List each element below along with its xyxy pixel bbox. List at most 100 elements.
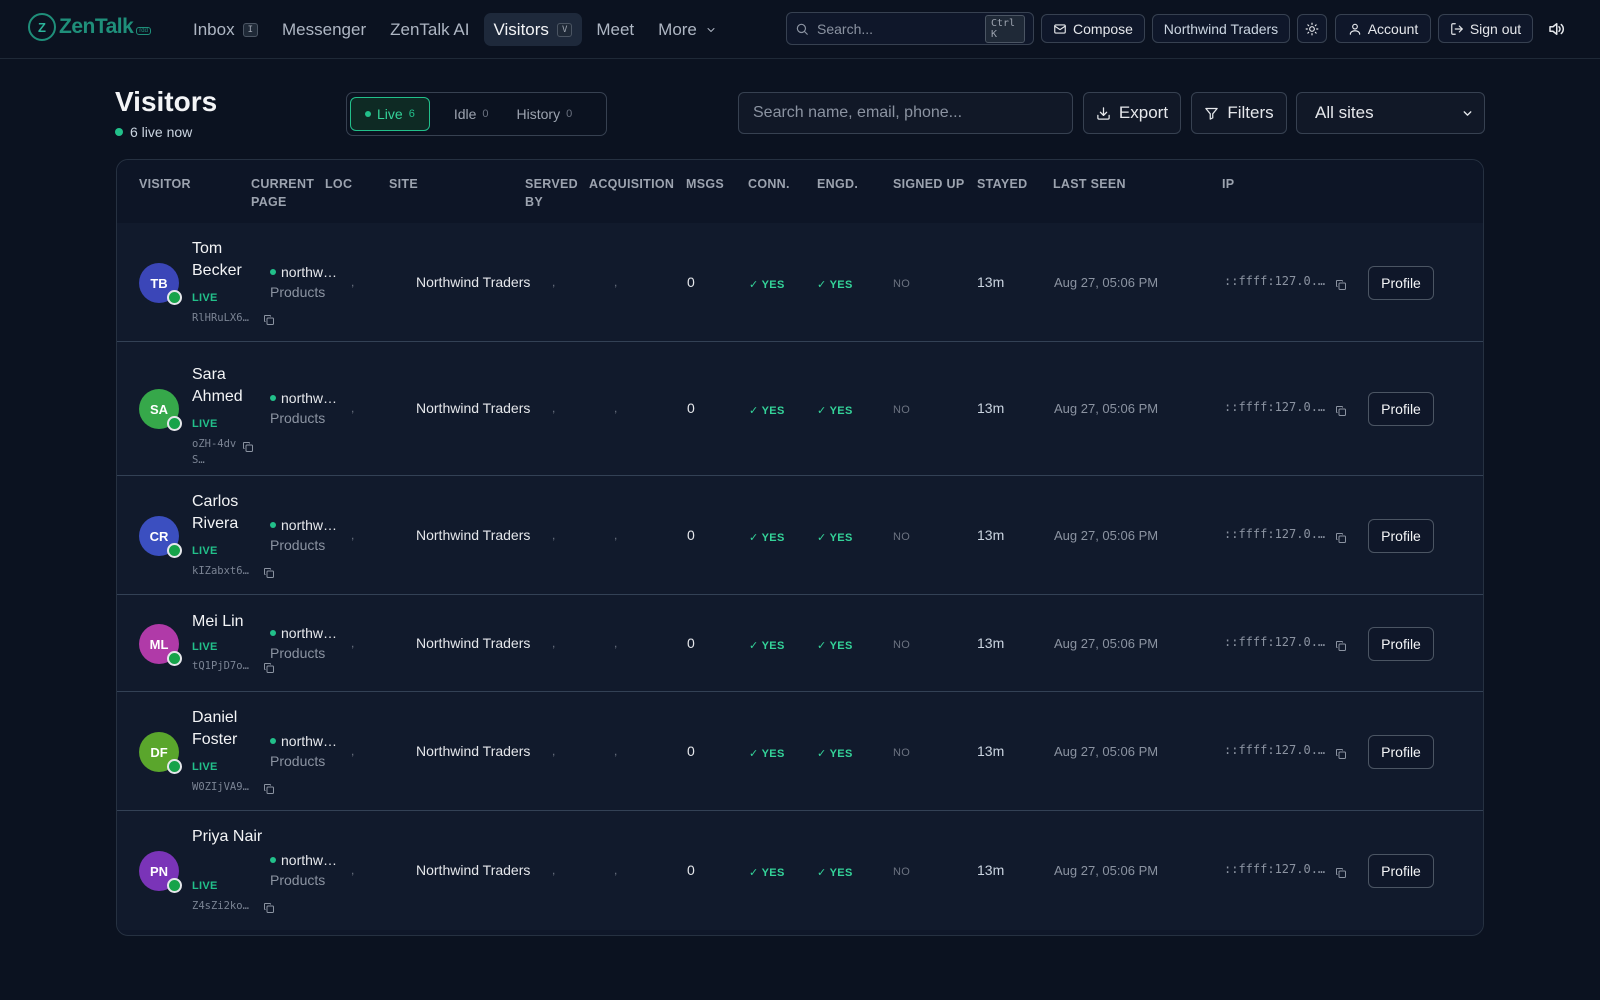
- visitor-id: RlHRuLX6…: [192, 312, 249, 324]
- copy-ip-icon[interactable]: [1335, 639, 1347, 651]
- column-header-visitor[interactable]: VISITOR: [139, 175, 191, 193]
- visitor-status-badge: LIVE: [192, 418, 218, 430]
- current-page-name: Products: [270, 537, 326, 553]
- visitor-name[interactable]: Tom Becker: [192, 238, 264, 282]
- column-header-ip[interactable]: IP: [1222, 175, 1234, 193]
- column-header-msgs[interactable]: MSGS: [686, 175, 724, 193]
- avatar[interactable]: PN: [139, 851, 182, 893]
- avatar[interactable]: DF: [139, 732, 182, 774]
- avatar[interactable]: SA: [139, 389, 182, 431]
- sign-out-icon: [1450, 22, 1464, 36]
- engaged-status: ✓ YES: [817, 748, 853, 760]
- nav-more-menu[interactable]: More: [648, 13, 727, 46]
- last-seen-time: Aug 27, 05:06 PM: [1054, 863, 1159, 878]
- column-header-current-page[interactable]: CURRENT PAGE: [251, 175, 314, 211]
- account-button[interactable]: Account: [1335, 14, 1431, 43]
- zentalk-logo[interactable]: Z ZenTalk rdd: [28, 13, 151, 41]
- org-switcher-button[interactable]: Northwind Traders: [1152, 14, 1290, 43]
- avatar[interactable]: CR: [139, 516, 182, 558]
- export-button[interactable]: Export: [1083, 92, 1181, 134]
- table-row[interactable]: CR Carlos Rivera LIVE kIZabxt6… northw… …: [117, 476, 1483, 595]
- visitor-status-badge: LIVE: [192, 641, 218, 653]
- search-icon: [795, 22, 809, 36]
- shortcut-badge: I: [242, 22, 259, 37]
- current-page-url[interactable]: northw…: [270, 733, 337, 749]
- copy-ip-icon[interactable]: [1335, 278, 1347, 290]
- copy-id-icon[interactable]: [263, 661, 275, 673]
- visitor-name[interactable]: Mei Lin: [192, 611, 264, 633]
- copy-id-icon[interactable]: [263, 313, 275, 325]
- visitor-name[interactable]: Carlos Rivera: [192, 491, 264, 535]
- user-icon: [1348, 22, 1362, 36]
- visitor-name[interactable]: Sara Ahmed: [192, 364, 264, 408]
- column-header-conn[interactable]: CONN.: [748, 175, 790, 193]
- copy-id-icon[interactable]: [263, 782, 275, 794]
- visitor-name[interactable]: Priya Nair: [192, 826, 264, 848]
- last-seen-time: Aug 27, 05:06 PM: [1054, 401, 1159, 416]
- nav-item-meet[interactable]: Meet: [586, 13, 644, 46]
- nav-item-inbox[interactable]: Inbox I: [183, 13, 268, 46]
- acquisition-value: ,: [614, 744, 618, 758]
- download-icon: [1096, 106, 1111, 121]
- copy-id-icon[interactable]: [263, 901, 275, 913]
- table-row[interactable]: PN Priya Nair LIVE Z4sZi2ko… northw… Pro…: [117, 811, 1483, 930]
- copy-id-icon[interactable]: [242, 440, 254, 452]
- copy-id-icon[interactable]: [263, 566, 275, 578]
- nav-item-zentalk-ai[interactable]: ZenTalk AI: [380, 13, 479, 46]
- sign-out-button[interactable]: Sign out: [1438, 14, 1533, 43]
- theme-toggle-button[interactable]: [1297, 14, 1327, 43]
- table-row[interactable]: TB Tom Becker LIVE RlHRuLX6… northw… Pro…: [117, 223, 1483, 342]
- nav-item-label: ZenTalk AI: [390, 19, 470, 39]
- profile-button[interactable]: Profile: [1368, 392, 1434, 426]
- avatar[interactable]: TB: [139, 263, 182, 305]
- table-row[interactable]: SA Sara Ahmed LIVE oZH-4dvS… northw… Pro…: [117, 342, 1483, 476]
- profile-button[interactable]: Profile: [1368, 735, 1434, 769]
- copy-ip-icon[interactable]: [1335, 531, 1347, 543]
- current-page-url[interactable]: northw…: [270, 852, 337, 868]
- ip-address: ::ffff:127.0.0.1: [1224, 862, 1330, 876]
- column-header-site[interactable]: SITE: [389, 175, 418, 193]
- filters-button[interactable]: Filters: [1191, 92, 1287, 134]
- column-header-line: BY: [525, 195, 543, 209]
- profile-button[interactable]: Profile: [1368, 519, 1434, 553]
- visitor-search[interactable]: [738, 92, 1073, 134]
- current-page-url[interactable]: northw…: [270, 264, 337, 280]
- global-search[interactable]: Ctrl K: [786, 12, 1034, 45]
- copy-ip-icon[interactable]: [1335, 866, 1347, 878]
- copy-ip-icon[interactable]: [1335, 747, 1347, 759]
- tab-live[interactable]: Live 6: [350, 97, 430, 131]
- current-page-url[interactable]: northw…: [270, 517, 337, 533]
- column-header-signed-up[interactable]: SIGNED UP: [893, 175, 964, 193]
- tab-idle[interactable]: Idle 0: [440, 97, 503, 131]
- ip-address: ::ffff:127.0.0.1: [1224, 274, 1330, 288]
- sound-toggle-button[interactable]: [1541, 14, 1571, 43]
- avatar-initials: TB: [150, 275, 168, 291]
- last-seen-time: Aug 27, 05:06 PM: [1054, 744, 1159, 759]
- nav-item-visitors[interactable]: Visitors V: [483, 13, 583, 46]
- column-header-stayed[interactable]: STAYED: [977, 175, 1027, 193]
- visitor-search-input[interactable]: [753, 104, 1058, 122]
- table-row[interactable]: DF Daniel Foster LIVE W0ZIjVA9… northw… …: [117, 692, 1483, 811]
- nav-item-label: Visitors: [493, 19, 549, 39]
- column-header-engd[interactable]: ENGD.: [817, 175, 858, 193]
- global-search-input[interactable]: [817, 20, 977, 37]
- acquisition-value: ,: [614, 636, 618, 650]
- avatar[interactable]: ML: [139, 624, 182, 666]
- profile-button[interactable]: Profile: [1368, 854, 1434, 888]
- compose-button[interactable]: Compose: [1041, 14, 1145, 43]
- table-row[interactable]: ML Mei Lin LIVE tQ1PjD7o… northw… Produc…: [117, 595, 1483, 692]
- nav-item-messenger[interactable]: Messenger: [272, 13, 376, 46]
- column-header-acquisition[interactable]: ACQUISITION: [589, 175, 674, 193]
- tab-history[interactable]: History 0: [503, 97, 587, 131]
- column-header-served-by[interactable]: SERVED BY: [525, 175, 578, 211]
- profile-button[interactable]: Profile: [1368, 266, 1434, 300]
- avatar-initials: DF: [150, 744, 168, 760]
- copy-ip-icon[interactable]: [1335, 404, 1347, 416]
- profile-button[interactable]: Profile: [1368, 627, 1434, 661]
- visitor-name[interactable]: Daniel Foster: [192, 707, 264, 751]
- column-header-loc[interactable]: LOC: [325, 175, 352, 193]
- current-page-url[interactable]: northw…: [270, 625, 337, 641]
- site-filter-select[interactable]: All sites: [1296, 92, 1485, 134]
- column-header-last-seen[interactable]: LAST SEEN: [1053, 175, 1126, 193]
- current-page-url[interactable]: northw…: [270, 390, 337, 406]
